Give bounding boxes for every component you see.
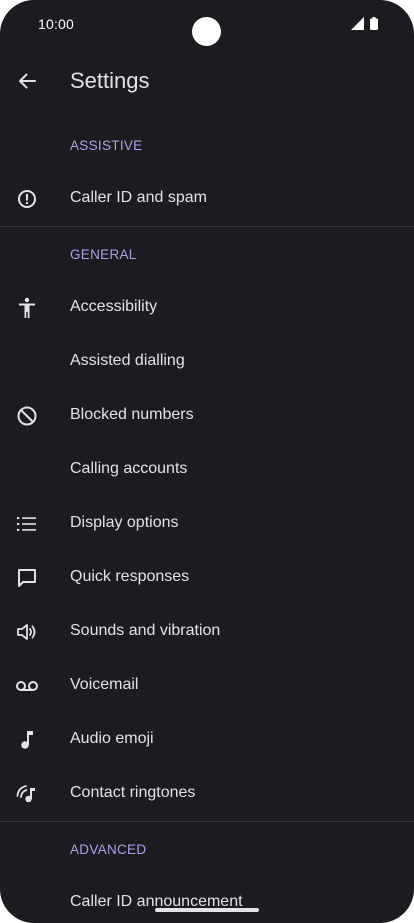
battery-icon: [370, 17, 378, 30]
settings-item-calling-accounts[interactable]: Calling accounts: [0, 443, 414, 497]
section-header-label: ADVANCED: [70, 842, 147, 857]
settings-item-caller-id-announcement[interactable]: Caller ID announcement: [0, 876, 414, 923]
settings-item-label: Sounds and vibration: [70, 622, 221, 639]
signal-icon: [351, 17, 364, 30]
app-bar: Settings: [0, 56, 414, 106]
music-note-icon: [13, 726, 41, 754]
settings-item-display-options[interactable]: Display options: [0, 497, 414, 551]
volume-icon: [13, 618, 41, 646]
section-header-advanced: ADVANCED: [0, 822, 414, 876]
list-icon: [13, 510, 41, 538]
settings-item-contact-ringtones[interactable]: Contact ringtones: [0, 767, 414, 821]
status-icons: [351, 17, 378, 30]
camera-cutout: [192, 17, 221, 46]
settings-item-label: Accessibility: [70, 298, 158, 315]
settings-item-quick-responses[interactable]: Quick responses: [0, 551, 414, 605]
section-header-label: ASSISTIVE: [70, 138, 143, 153]
settings-item-caller-id-spam[interactable]: Caller ID and spam: [0, 172, 414, 226]
settings-item-label: Display options: [70, 514, 179, 531]
settings-item-label: Voicemail: [70, 676, 139, 693]
settings-item-label: Calling accounts: [70, 460, 188, 477]
settings-item-audio-emoji[interactable]: Audio emoji: [0, 713, 414, 767]
settings-item-label: Assisted dialling: [70, 352, 185, 369]
settings-item-accessibility[interactable]: Accessibility: [0, 281, 414, 335]
settings-item-label: Quick responses: [70, 568, 190, 585]
settings-item-label: Caller ID and spam: [70, 189, 207, 206]
ringtone-icon: [13, 780, 41, 808]
home-indicator[interactable]: [155, 908, 259, 912]
chat-bubble-icon: [13, 564, 41, 592]
settings-item-voicemail[interactable]: Voicemail: [0, 659, 414, 713]
back-button[interactable]: [10, 64, 44, 98]
settings-item-blocked-numbers[interactable]: Blocked numbers: [0, 389, 414, 443]
settings-item-sounds-vibration[interactable]: Sounds and vibration: [0, 605, 414, 659]
voicemail-icon: [13, 672, 41, 700]
section-header-assistive: ASSISTIVE: [0, 118, 414, 172]
back-arrow-icon: [18, 72, 36, 90]
settings-item-label: Contact ringtones: [70, 784, 196, 801]
settings-item-label: Audio emoji: [70, 730, 154, 747]
page-title: Settings: [70, 68, 150, 93]
status-bar: 10:00: [0, 0, 414, 50]
alert-circle-icon: [13, 185, 41, 213]
section-header-label: GENERAL: [70, 247, 137, 262]
status-time: 10:00: [38, 16, 75, 32]
accessibility-icon: [13, 294, 41, 322]
settings-list: ASSISTIVE Caller ID and spam GENERAL Acc…: [0, 118, 414, 923]
settings-item-assisted-dialling[interactable]: Assisted dialling: [0, 335, 414, 389]
settings-item-label: Blocked numbers: [70, 406, 194, 423]
section-header-general: GENERAL: [0, 227, 414, 281]
phone-screen: 10:00 Settings ASSISTIVE Caller ID and s…: [0, 0, 414, 923]
block-icon: [13, 402, 41, 430]
